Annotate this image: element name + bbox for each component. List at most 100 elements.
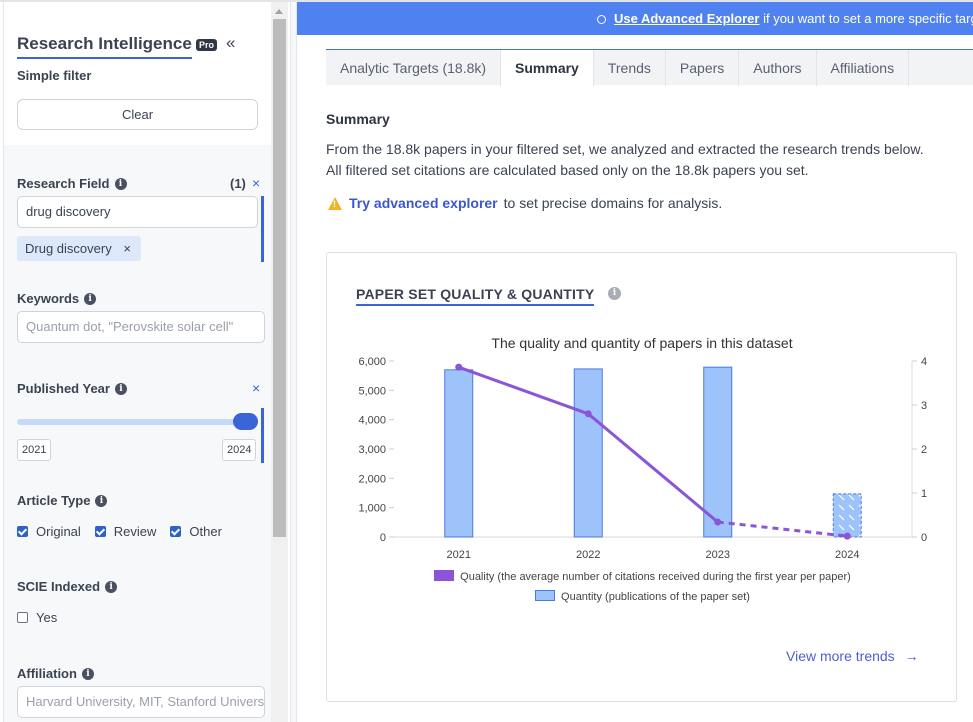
affiliation-input[interactable]: Harvard University, MIT, Stanford Univer… — [17, 686, 265, 718]
checkbox-other[interactable] — [170, 526, 182, 537]
quantity-bar-2023 — [703, 366, 733, 538]
right-tick-label: 3 — [921, 400, 927, 412]
clear-button[interactable]: Clear — [17, 99, 258, 130]
checkbox-label: Yes — [36, 610, 58, 625]
view-more-label: View more trends — [786, 648, 895, 664]
article-type-other[interactable]: Other — [170, 524, 222, 539]
checkbox-scie-yes[interactable] — [17, 612, 28, 623]
tab-analytic-targets[interactable]: Analytic Targets (18.8k) — [326, 50, 502, 86]
search-icon — [597, 15, 606, 24]
summary-line-1: From the 18.8k papers in your filtered s… — [326, 141, 924, 157]
legend-swatch-quantity — [535, 590, 556, 601]
year-max-input[interactable]: 2024 — [222, 439, 257, 461]
left-tick-label: 5,000 — [358, 385, 386, 397]
research-field-text: Research Field — [17, 176, 110, 191]
legend-quantity: Quantity (publications of the paper set) — [327, 590, 958, 603]
scroll-up-arrow-icon[interactable] — [275, 9, 283, 14]
x-tick-label: 2021 — [447, 549, 471, 561]
checkbox-original[interactable] — [17, 526, 28, 537]
active-filter-indicator — [261, 196, 264, 262]
keywords-input[interactable]: Quantum dot, "Perovskite solar cell" — [17, 311, 265, 343]
published-year-text: Published Year — [17, 381, 110, 396]
chip-label: Drug discovery — [25, 241, 112, 256]
quantity-bar-2021 — [444, 369, 474, 538]
quality-line-segment — [717, 520, 848, 538]
sidebar-scrollbar[interactable] — [271, 2, 288, 722]
left-tick-label: 4,000 — [358, 415, 386, 427]
info-icon[interactable]: i — [84, 292, 97, 305]
right-tick-label: 2 — [921, 444, 927, 456]
tab-summary[interactable]: Summary — [501, 50, 594, 86]
research-field-chip: Drug discovery × — [17, 236, 141, 261]
article-type-review[interactable]: Review — [94, 524, 156, 539]
year-slider-track[interactable] — [17, 419, 257, 425]
chart-title: The quality and quantity of papers in th… — [491, 335, 792, 351]
sidebar-header: Research Intelligence Pro « Simple filte… — [4, 2, 271, 145]
remove-chip-icon[interactable]: × — [123, 241, 131, 256]
info-icon[interactable]: i — [114, 382, 127, 395]
advanced-explorer-banner: Use Advanced Explorer if you want to set… — [297, 2, 973, 35]
quality-quantity-card: PAPER SET QUALITY & QUANTITY i The quali… — [326, 252, 957, 702]
quality-point-2021 — [455, 363, 463, 371]
info-icon[interactable]: i — [81, 667, 94, 680]
view-more-trends-link[interactable]: View more trends → — [786, 648, 919, 664]
legend-label: Quality (the average number of citations… — [460, 571, 851, 583]
active-filter-indicator — [261, 408, 264, 463]
tab-bar: Analytic Targets (18.8k) Summary Trends … — [326, 49, 973, 86]
affiliation-text: Affiliation — [17, 666, 77, 681]
research-field-label: Research Field i — [17, 176, 127, 191]
checkbox-label: Original — [36, 524, 81, 539]
info-icon[interactable]: i — [608, 287, 621, 300]
quantity-bar-2024 — [832, 493, 862, 538]
article-type-original[interactable]: Original — [17, 524, 81, 539]
scie-options: Yes — [17, 610, 71, 625]
info-icon[interactable]: i — [105, 580, 118, 593]
info-icon[interactable]: i — [114, 177, 127, 190]
scie-label: SCIE Indexed i — [17, 579, 118, 594]
tip-text: to set precise domains for analysis. — [503, 195, 723, 211]
research-field-count: (1) — [230, 176, 246, 191]
advanced-explorer-tip: Try advanced explorer to set precise dom… — [328, 195, 722, 211]
simple-filter-label: Simple filter — [17, 68, 92, 83]
app-title: Research Intelligence — [17, 34, 192, 59]
year-min-input[interactable]: 2021 — [17, 439, 52, 461]
article-type-options: Original Review Other — [17, 524, 236, 539]
info-icon[interactable]: i — [95, 494, 108, 507]
quality-point-2023 — [714, 518, 722, 526]
clear-research-field-icon[interactable]: × — [252, 175, 260, 191]
right-tick-label: 4 — [921, 356, 927, 368]
scrollbar-thumb[interactable] — [273, 19, 286, 537]
collapse-sidebar-icon[interactable]: « — [226, 33, 235, 53]
right-tick-label: 1 — [921, 488, 927, 500]
legend-quality: Quality (the average number of citations… — [327, 570, 958, 583]
clear-year-icon[interactable]: × — [252, 380, 260, 396]
arrow-right-icon: → — [904, 648, 919, 664]
x-tick-label: 2022 — [576, 549, 600, 561]
quality-line-segment — [587, 412, 719, 524]
tab-papers[interactable]: Papers — [666, 50, 740, 86]
tab-authors[interactable]: Authors — [739, 50, 817, 86]
use-advanced-explorer-link[interactable]: Use Advanced Explorer — [614, 11, 759, 26]
published-year-label: Published Year i — [17, 381, 127, 396]
checkbox-review[interactable] — [94, 526, 106, 537]
panel-divider[interactable] — [290, 2, 297, 722]
quality-point-2022 — [584, 410, 592, 418]
try-advanced-explorer-link[interactable]: Try advanced explorer — [349, 195, 498, 211]
year-slider-handle[interactable] — [233, 413, 258, 430]
x-tick-label: 2024 — [835, 549, 859, 561]
left-tick-label: 1,000 — [358, 503, 386, 515]
pro-badge: Pro — [196, 39, 218, 51]
article-type-label: Article Type i — [17, 493, 108, 508]
article-type-text: Article Type — [17, 493, 91, 508]
scie-yes[interactable]: Yes — [17, 610, 57, 625]
tab-trends[interactable]: Trends — [594, 50, 666, 86]
keywords-text: Keywords — [17, 291, 80, 306]
summary-heading: Summary — [326, 111, 390, 127]
research-field-input[interactable]: drug discovery — [17, 196, 258, 228]
scie-text: SCIE Indexed — [17, 579, 101, 594]
legend-label: Quantity (publications of the paper set) — [561, 591, 750, 603]
card-title: PAPER SET QUALITY & QUANTITY — [356, 286, 595, 306]
left-tick-label: 0 — [380, 532, 386, 544]
summary-line-2: All filtered set citations are calculate… — [326, 162, 809, 178]
tab-affiliations[interactable]: Affiliations — [817, 50, 910, 86]
